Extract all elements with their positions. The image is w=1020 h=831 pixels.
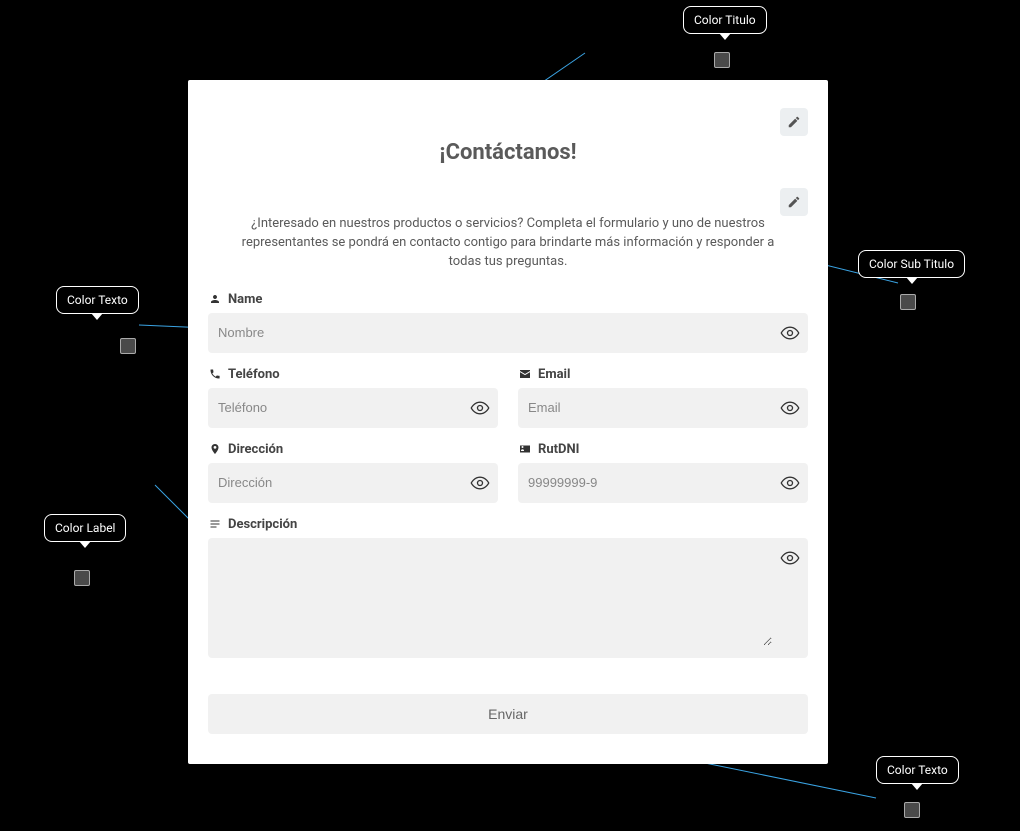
visibility-toggle-address[interactable] xyxy=(470,473,490,493)
tooltip-label: Color Texto xyxy=(67,293,128,307)
edit-title-button[interactable] xyxy=(780,108,808,136)
tooltip-color-texto-right: Color Texto xyxy=(876,756,959,784)
swatch-texto-right[interactable] xyxy=(904,802,920,818)
form-subtitle: ¿Interesado en nuestros productos o serv… xyxy=(208,215,808,272)
id-card-icon xyxy=(518,442,532,456)
visibility-toggle-phone[interactable] xyxy=(470,398,490,418)
label-text: Name xyxy=(228,292,262,307)
eye-icon xyxy=(470,398,490,418)
field-description: Descripción xyxy=(208,517,808,658)
field-email: Email xyxy=(518,367,808,428)
tooltip-label: Color Texto xyxy=(887,763,948,777)
swatch-titulo[interactable] xyxy=(714,52,730,68)
description-textarea[interactable] xyxy=(218,546,772,646)
location-icon xyxy=(208,442,222,456)
person-icon xyxy=(208,292,222,306)
visibility-toggle-rutdni[interactable] xyxy=(780,473,800,493)
tooltip-label: Color Label xyxy=(55,521,115,535)
swatch-subtitulo[interactable] xyxy=(900,294,916,310)
field-name: Name xyxy=(208,292,808,353)
textarea-wrap-description xyxy=(208,538,808,658)
address-input[interactable] xyxy=(218,463,462,503)
label-email: Email xyxy=(518,367,808,382)
tooltip-color-subtitulo: Color Sub Titulo xyxy=(858,250,965,278)
eye-icon xyxy=(780,473,800,493)
visibility-toggle-name[interactable] xyxy=(780,323,800,343)
input-wrap-email xyxy=(518,388,808,428)
tooltip-color-label: Color Label xyxy=(44,514,126,542)
visibility-toggle-email[interactable] xyxy=(780,398,800,418)
contact-form-card: ¡Contáctanos! ¿Interesado en nuestros pr… xyxy=(188,80,828,764)
lines-icon xyxy=(208,517,222,531)
edit-subtitle-button[interactable] xyxy=(780,188,808,216)
field-phone: Teléfono xyxy=(208,367,498,428)
input-wrap-name xyxy=(208,313,808,353)
label-text: Teléfono xyxy=(228,367,280,382)
rutdni-input[interactable] xyxy=(528,463,772,503)
form-title: ¡Contáctanos! xyxy=(208,140,808,165)
field-address: Dirección xyxy=(208,442,498,503)
input-wrap-address xyxy=(208,463,498,503)
visibility-toggle-description[interactable] xyxy=(780,548,800,568)
tooltip-label: Color Sub Titulo xyxy=(869,257,954,271)
label-rutdni: RutDNI xyxy=(518,442,808,457)
label-address: Dirección xyxy=(208,442,498,457)
eye-icon xyxy=(470,473,490,493)
tooltip-color-texto-left: Color Texto xyxy=(56,286,139,314)
label-text: RutDNI xyxy=(538,442,579,457)
tooltip-color-titulo: Color Titulo xyxy=(683,6,767,34)
pencil-icon xyxy=(787,115,801,129)
input-wrap-phone xyxy=(208,388,498,428)
name-input[interactable] xyxy=(218,313,772,353)
eye-icon xyxy=(780,323,800,343)
label-text: Dirección xyxy=(228,442,283,457)
phone-icon xyxy=(208,367,222,381)
swatch-label[interactable] xyxy=(74,570,90,586)
swatch-texto-left[interactable] xyxy=(120,338,136,354)
input-wrap-rutdni xyxy=(518,463,808,503)
submit-button[interactable]: Enviar xyxy=(208,694,808,734)
label-phone: Teléfono xyxy=(208,367,498,382)
label-description: Descripción xyxy=(208,517,808,532)
label-text: Descripción xyxy=(228,517,297,532)
field-rutdni: RutDNI xyxy=(518,442,808,503)
tooltip-label: Color Titulo xyxy=(694,13,756,27)
envelope-icon xyxy=(518,367,532,381)
eye-icon xyxy=(780,548,800,568)
phone-input[interactable] xyxy=(218,388,462,428)
label-name: Name xyxy=(208,292,808,307)
label-text: Email xyxy=(538,367,570,382)
pencil-icon xyxy=(787,195,801,209)
eye-icon xyxy=(780,398,800,418)
email-input[interactable] xyxy=(528,388,772,428)
